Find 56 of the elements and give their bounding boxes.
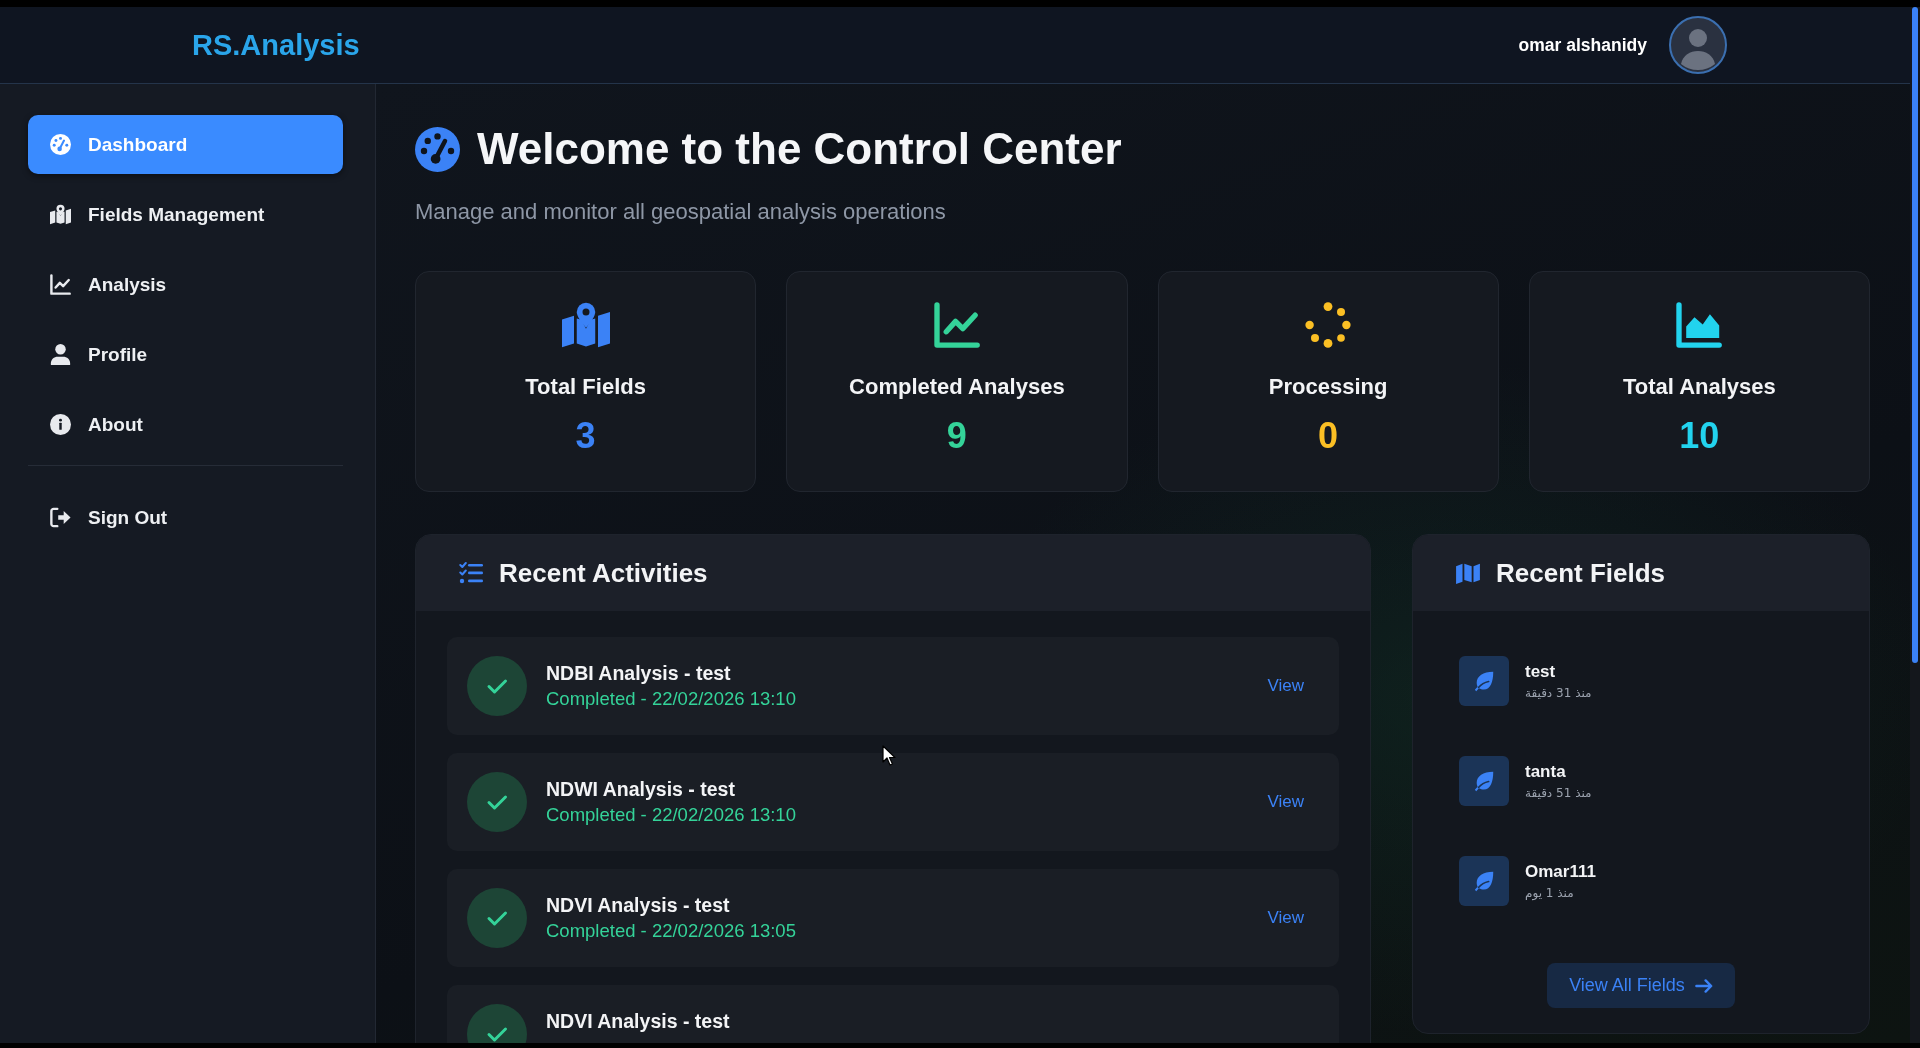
stat-label: Total Fields — [525, 375, 646, 399]
field-name: test — [1525, 661, 1556, 682]
activity-status: Completed - 22/02/2026 13:10 — [546, 804, 796, 826]
nav-item[interactable]: About — [28, 395, 343, 454]
stat-label: Processing — [1268, 375, 1388, 399]
activity-status: Completed - 22/02/2026 13:10 — [546, 688, 796, 710]
gauge-icon — [50, 134, 71, 155]
view-all-fields-button[interactable]: View All Fields — [1547, 963, 1735, 1008]
app-logo[interactable]: RS.Analysis — [192, 28, 360, 62]
chart-line-icon — [932, 302, 981, 348]
sign-out-icon — [50, 507, 71, 528]
chart-area-icon — [1675, 302, 1724, 348]
activity-status: Completed - 22/02/2026 13:05 — [546, 920, 796, 942]
activity-title: NDVI Analysis - test — [546, 1010, 730, 1032]
map-icon — [1456, 562, 1480, 584]
panel-title: Recent Activities — [499, 558, 708, 588]
scrollbar-thumb[interactable] — [1912, 7, 1918, 663]
stat-label: Total Analyses — [1622, 375, 1776, 399]
activity-title: NDBI Analysis - test — [546, 662, 731, 684]
stat-value: 3 — [575, 415, 596, 457]
nav-item[interactable]: Fields Management — [28, 185, 343, 244]
stat-value: 10 — [1679, 415, 1720, 457]
user-name: omar alshanidy — [1518, 34, 1647, 56]
nav-item[interactable]: Profile — [28, 325, 343, 384]
gauge-icon — [415, 126, 460, 172]
leaf-icon — [1459, 756, 1509, 806]
list-check-icon — [459, 562, 483, 584]
map-marker-icon — [50, 204, 71, 225]
view-link[interactable]: View — [1267, 792, 1304, 812]
stat-value: 9 — [946, 415, 967, 457]
leaf-icon — [1459, 856, 1509, 906]
field-name: tanta — [1525, 761, 1566, 782]
arrow-right-icon — [1694, 978, 1713, 993]
stat-label: Completed Analyses — [849, 375, 1065, 399]
view-link[interactable]: View — [1267, 676, 1304, 696]
sign-out-link[interactable]: Sign Out — [28, 488, 343, 547]
user-avatar[interactable] — [1669, 16, 1727, 74]
chart-line-icon — [50, 274, 71, 295]
activity-title: NDVI Analysis - test — [546, 894, 730, 916]
field-time: منذ 1 يوم — [1525, 884, 1574, 901]
user-icon — [50, 344, 71, 365]
field-name: Omar111 — [1525, 861, 1596, 882]
mouse-cursor-icon — [882, 745, 896, 766]
page-title: Welcome to the Control Center — [477, 125, 1122, 173]
page-subtitle: Manage and monitor all geospatial analysis operations — [415, 199, 947, 225]
spinner-icon — [1304, 302, 1353, 348]
panel-title: Recent Fields — [1496, 558, 1666, 588]
activity-title: NDWI Analysis - test — [546, 778, 735, 800]
map-marker-icon — [561, 302, 610, 348]
nav-item[interactable]: Analysis — [28, 255, 343, 314]
stat-value: 0 — [1318, 415, 1339, 457]
leaf-icon — [1459, 656, 1509, 706]
info-icon — [50, 414, 71, 435]
field-time: منذ 51 دقيقة — [1525, 784, 1592, 801]
view-link[interactable]: View — [1267, 908, 1304, 928]
field-time: منذ 31 دقيقة — [1525, 684, 1592, 701]
